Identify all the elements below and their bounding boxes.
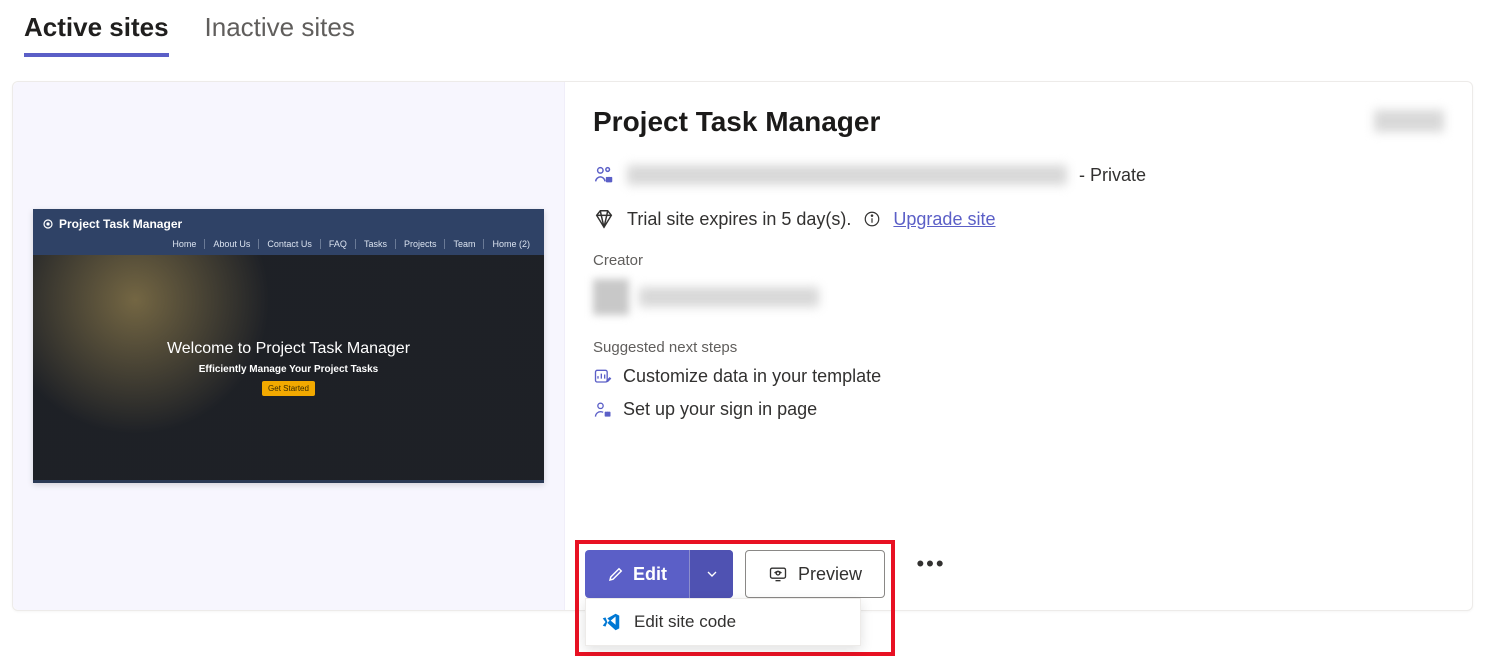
chevron-down-icon [704, 566, 720, 582]
creator-row: ■■■■■■■■■■■■ [593, 279, 1444, 315]
creator-avatar [593, 279, 629, 315]
diamond-icon [593, 208, 615, 230]
more-button[interactable]: ••• [907, 540, 955, 588]
edit-site-code-label: Edit site code [634, 612, 736, 632]
edit-dropdown: Edit site code [585, 598, 861, 646]
thumb-hero-title: Welcome to Project Task Manager [167, 340, 410, 358]
chart-edit-icon [593, 367, 613, 387]
thumb-nav: Home About Us Contact Us FAQ Tasks Proje… [43, 231, 534, 255]
suggested-label: Suggested next steps [593, 339, 1444, 356]
creator-label: Creator [593, 252, 1444, 269]
step-customize[interactable]: Customize data in your template [593, 366, 1444, 387]
tab-inactive-sites[interactable]: Inactive sites [205, 12, 355, 57]
ellipsis-icon: ••• [916, 551, 945, 577]
highlight-annotation: Edit [575, 540, 895, 656]
edit-button[interactable]: Edit [585, 550, 689, 598]
tab-active-sites[interactable]: Active sites [24, 12, 169, 57]
thumb-hero-sub: Efficiently Manage Your Project Tasks [199, 364, 379, 375]
thumb-cta: Get Started [262, 381, 315, 396]
edit-site-code-item[interactable]: Edit site code [586, 599, 860, 645]
tabs: Active sites Inactive sites [0, 0, 1485, 57]
vscode-icon [600, 611, 622, 633]
owner-blur: ■■■■■■■■■■■■■■■■■■■■■■■■■■■■■■■■■ [627, 165, 1067, 185]
actions-row: Edit [575, 540, 955, 656]
step-signin-label: Set up your sign in page [623, 399, 817, 420]
person-lock-icon [593, 400, 613, 420]
upgrade-link[interactable]: Upgrade site [893, 209, 995, 230]
edit-dropdown-toggle[interactable] [689, 550, 733, 598]
trial-row: Trial site expires in 5 day(s). Upgrade … [593, 208, 1444, 230]
top-right-blur [1374, 110, 1444, 132]
owner-row: ■■■■■■■■■■■■■■■■■■■■■■■■■■■■■■■■■ - Priv… [593, 164, 1444, 186]
visibility-suffix: - Private [1079, 165, 1146, 186]
site-title: Project Task Manager [593, 106, 1444, 138]
step-customize-label: Customize data in your template [623, 366, 881, 387]
thumbnail-panel: Project Task Manager Home About Us Conta… [13, 82, 565, 610]
preview-label: Preview [798, 564, 862, 585]
people-lock-icon [593, 164, 615, 186]
site-card: Project Task Manager Home About Us Conta… [12, 81, 1473, 611]
preview-button[interactable]: Preview [745, 550, 885, 598]
trial-text: Trial site expires in 5 day(s). [627, 209, 851, 230]
thumb-title: Project Task Manager [43, 217, 534, 231]
pencil-icon [607, 565, 625, 583]
creator-name-blur: ■■■■■■■■■■■■ [639, 287, 819, 307]
site-thumbnail[interactable]: Project Task Manager Home About Us Conta… [33, 209, 544, 483]
details-panel: Project Task Manager ■■■■■■■■■■■■■■■■■■■… [565, 82, 1472, 610]
edit-label: Edit [633, 564, 667, 585]
info-icon[interactable] [863, 210, 881, 228]
edit-split-button: Edit [585, 550, 733, 598]
step-signin[interactable]: Set up your sign in page [593, 399, 1444, 420]
preview-icon [768, 564, 788, 584]
